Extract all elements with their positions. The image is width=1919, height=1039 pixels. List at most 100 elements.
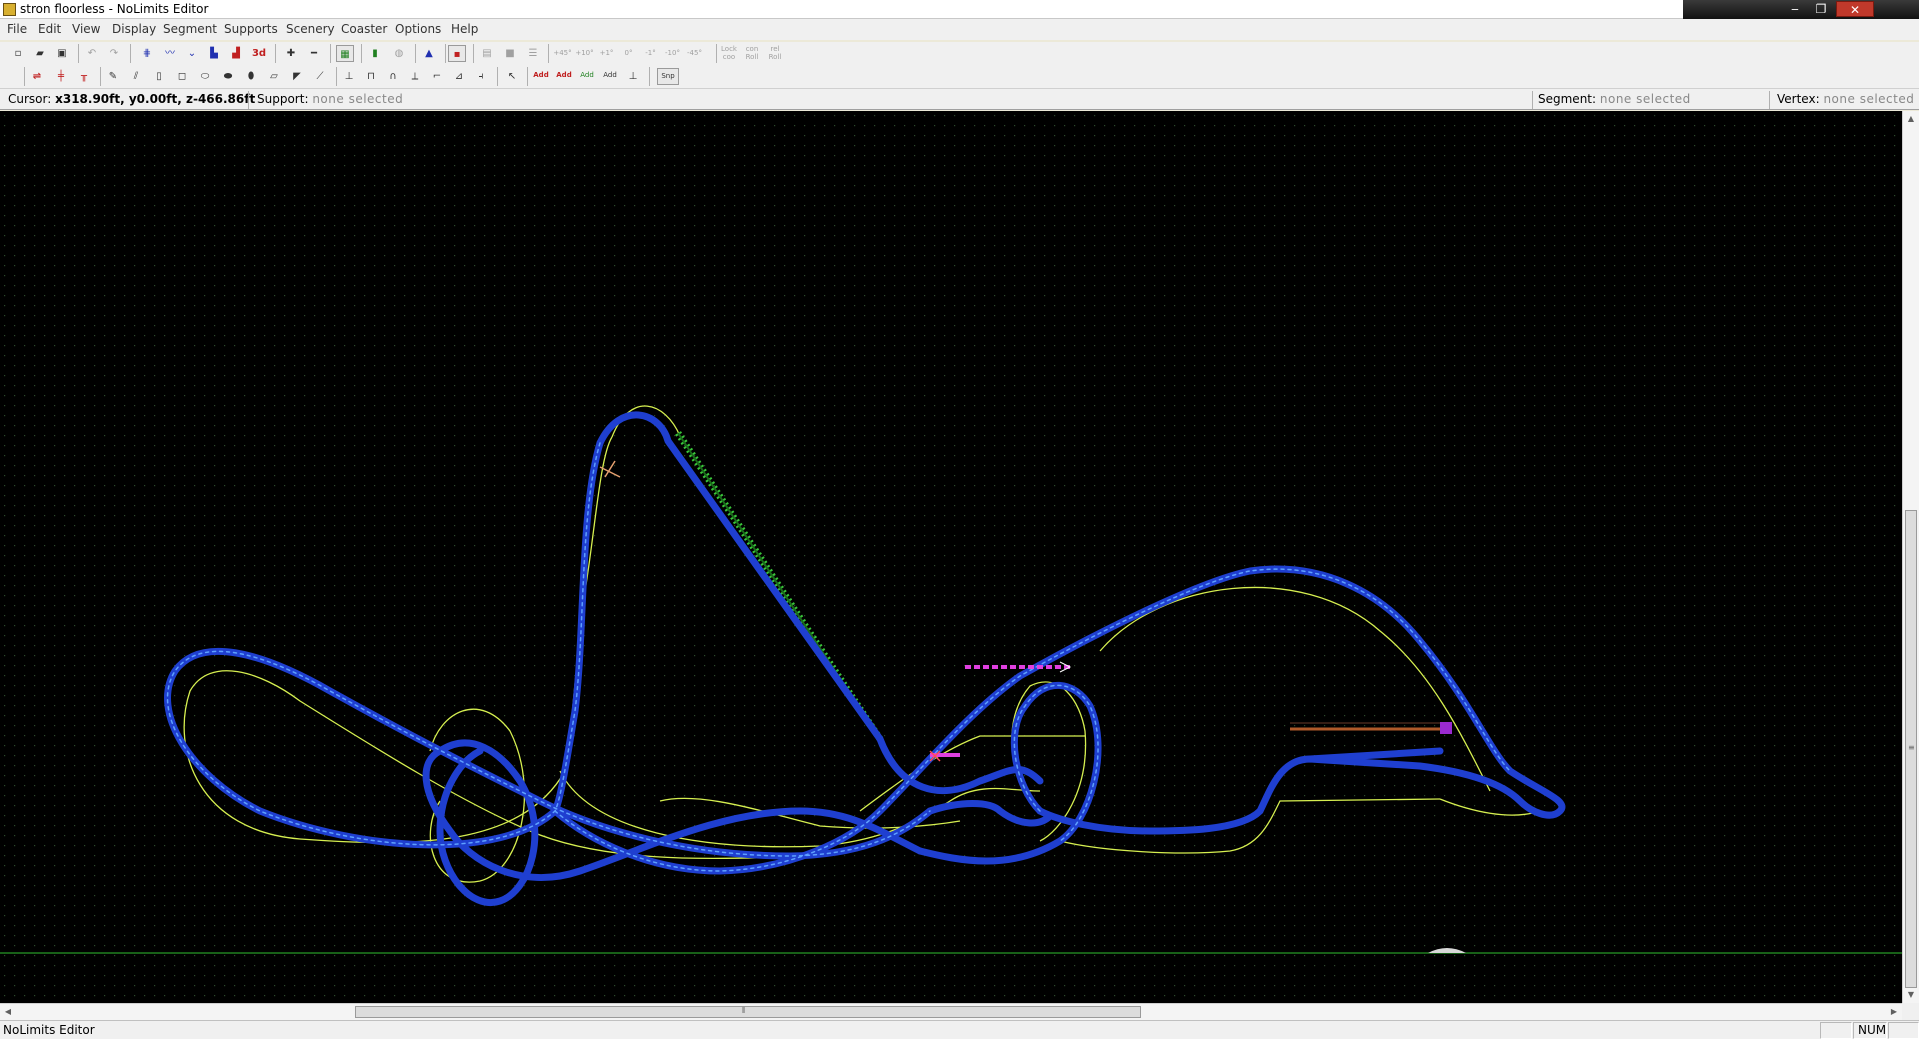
cylinder-wide-icon[interactable]: ⬮ <box>242 68 260 85</box>
menu-supports[interactable]: Supports <box>224 22 278 36</box>
traffic-light-icon[interactable]: ▮ <box>366 45 384 62</box>
menu-scenery[interactable]: Scenery <box>286 22 335 36</box>
pencil-icon[interactable]: ✎ <box>104 68 122 85</box>
globe-icon[interactable]: ◍ <box>390 45 408 62</box>
redo-icon[interactable]: ↷ <box>105 45 123 62</box>
rotate-minus1-button[interactable]: -1° <box>641 45 660 62</box>
station-icon[interactable]: ▟ <box>227 45 245 62</box>
rotate-plus10-button[interactable]: +10° <box>575 45 594 62</box>
anchor-icon[interactable]: ⊥ <box>624 68 642 85</box>
menu-help[interactable]: Help <box>451 22 478 36</box>
support-slant-icon[interactable]: ⊿ <box>450 68 468 85</box>
support-bracket-icon[interactable]: ⫞ <box>472 68 490 85</box>
menu-display[interactable]: Display <box>112 22 156 36</box>
layout-icon[interactable]: ▤ <box>478 45 496 62</box>
close-button[interactable]: ✕ <box>1836 1 1874 17</box>
info-separator <box>1532 91 1533 109</box>
grid-background <box>0 111 1902 1003</box>
horizontal-scroll-thumb[interactable]: ⦀ <box>355 1006 1141 1018</box>
rotate-zero-button[interactable]: 0° <box>619 45 638 62</box>
menu-coaster[interactable]: Coaster <box>341 22 387 36</box>
film-icon[interactable]: ▪ <box>448 45 466 62</box>
coaster-train-icon[interactable]: ▙ <box>205 45 223 62</box>
gray-block-icon[interactable]: ■ <box>501 45 519 62</box>
cylinder-small-icon[interactable]: ◻ <box>173 68 191 85</box>
spreadsheet-icon[interactable]: ▦ <box>336 45 354 62</box>
support-readout: Support: none selected <box>257 92 403 106</box>
add-segment-button[interactable]: Add <box>555 68 573 85</box>
vertical-scroll-thumb[interactable]: ≡ <box>1905 510 1917 988</box>
cylinder-large-icon[interactable]: ⬬ <box>219 68 237 85</box>
rotate-minus10-button[interactable]: -10° <box>663 45 682 62</box>
scroll-down-arrow-icon[interactable]: ▼ <box>1903 987 1919 1003</box>
toolbar-separator <box>716 44 717 63</box>
menu-view[interactable]: View <box>72 22 100 36</box>
beam-icon[interactable]: ⟋ <box>311 68 329 85</box>
pyramid-icon[interactable]: ▲ <box>420 45 438 62</box>
support-red-icon[interactable]: ╥ <box>75 68 93 85</box>
split-icon[interactable]: ╪ <box>52 68 70 85</box>
thin-cylinder-icon[interactable]: ▯ <box>150 68 168 85</box>
toolbar-separator <box>445 44 446 63</box>
rotate-plus45-button[interactable]: +45° <box>553 45 572 62</box>
align-icon[interactable]: ☰ <box>524 45 542 62</box>
view-3d-button[interactable]: 3d <box>250 45 268 62</box>
scroll-right-arrow-icon[interactable]: ▶ <box>1886 1004 1902 1020</box>
add-footer-button[interactable]: Add <box>601 68 619 85</box>
scroll-grip-icon: ≡ <box>1908 743 1915 752</box>
track-editor-viewport[interactable] <box>0 111 1902 1003</box>
maximize-button[interactable]: ❐ <box>1810 1 1832 17</box>
menu-bar: File Edit View Display Segment Supports … <box>0 19 1919 40</box>
support-angle-icon[interactable]: ⟂ <box>406 68 424 85</box>
menu-edit[interactable]: Edit <box>38 22 61 36</box>
select-arrow-icon[interactable]: ↖ <box>503 68 521 85</box>
add-vertex-button[interactable]: Add <box>532 68 550 85</box>
cylinder-medium-icon[interactable]: ⬭ <box>196 68 214 85</box>
rotate-minus45-button[interactable]: -45° <box>685 45 704 62</box>
footer-icon[interactable]: ◤ <box>288 68 306 85</box>
snap-toggle-button[interactable]: Snp <box>657 68 679 85</box>
minimize-button[interactable]: ‒ <box>1784 1 1806 17</box>
minus-icon[interactable]: ━ <box>305 45 323 62</box>
menu-options[interactable]: Options <box>395 22 441 36</box>
segment-readout: Segment: none selected <box>1538 92 1691 106</box>
support-lean-icon[interactable]: ⌐ <box>428 68 446 85</box>
segment-value: none selected <box>1599 92 1691 106</box>
rotate-plus1-button[interactable]: +1° <box>597 45 616 62</box>
toolbar-separator <box>78 44 79 63</box>
scroll-up-arrow-icon[interactable]: ▲ <box>1903 111 1919 127</box>
track-wave-icon[interactable]: 〰 <box>161 45 179 62</box>
vertex-value: none selected <box>1823 92 1915 106</box>
lock-coo-button[interactable]: Lock coo <box>720 45 738 62</box>
plank-icon[interactable]: ▱ <box>265 68 283 85</box>
support-frame-icon[interactable]: ⊓ <box>362 68 380 85</box>
title-bar: stron floorless - NoLimits Editor ‒ ❐ ✕ <box>0 0 1919 19</box>
undo-icon[interactable]: ↶ <box>83 45 101 62</box>
double-pencil-icon[interactable]: ⫽ <box>127 68 145 85</box>
track-dip-icon[interactable]: ⌄ <box>183 45 201 62</box>
menu-segment[interactable]: Segment <box>163 22 217 36</box>
rel-roll-button[interactable]: rel Roll <box>766 45 784 62</box>
open-folder-icon[interactable]: ▰ <box>31 45 49 62</box>
move-icon[interactable]: ✚ <box>282 45 300 62</box>
vertex-readout: Vertex: none selected <box>1777 92 1914 106</box>
support-arch-icon[interactable]: ∩ <box>384 68 402 85</box>
con-roll-button[interactable]: con Roll <box>743 45 761 62</box>
scroll-corner <box>1902 1003 1919 1020</box>
new-file-icon[interactable]: ▫ <box>9 45 27 62</box>
support-pillar-icon[interactable]: ⊥ <box>340 68 358 85</box>
cursor-label: Cursor: <box>8 92 52 106</box>
track-canvas[interactable] <box>0 111 1902 1003</box>
menu-file[interactable]: File <box>7 22 27 36</box>
info-separator <box>248 91 249 109</box>
edit-toolbar: ⇌ ╪ ╥ ✎ ⫽ ▯ ◻ ⬭ ⬬ ⬮ ▱ ◤ ⟋ ⊥ ⊓ ∩ ⟂ ⌐ ⊿ ⫞ … <box>0 65 1919 88</box>
delete-segment-icon[interactable]: ⇌ <box>28 68 46 85</box>
scroll-left-arrow-icon[interactable]: ◀ <box>0 1004 16 1020</box>
grid-track-icon[interactable]: ⋕ <box>138 45 156 62</box>
save-icon[interactable]: ▣ <box>53 45 71 62</box>
toolbar-separator <box>336 67 337 86</box>
toolbar-separator <box>473 44 474 63</box>
add-support-button[interactable]: Add <box>578 68 596 85</box>
vertical-scrollbar[interactable]: ▲ ≡ ▼ <box>1902 111 1919 1003</box>
horizontal-scrollbar[interactable]: ◀ ⦀ ▶ <box>0 1003 1902 1020</box>
